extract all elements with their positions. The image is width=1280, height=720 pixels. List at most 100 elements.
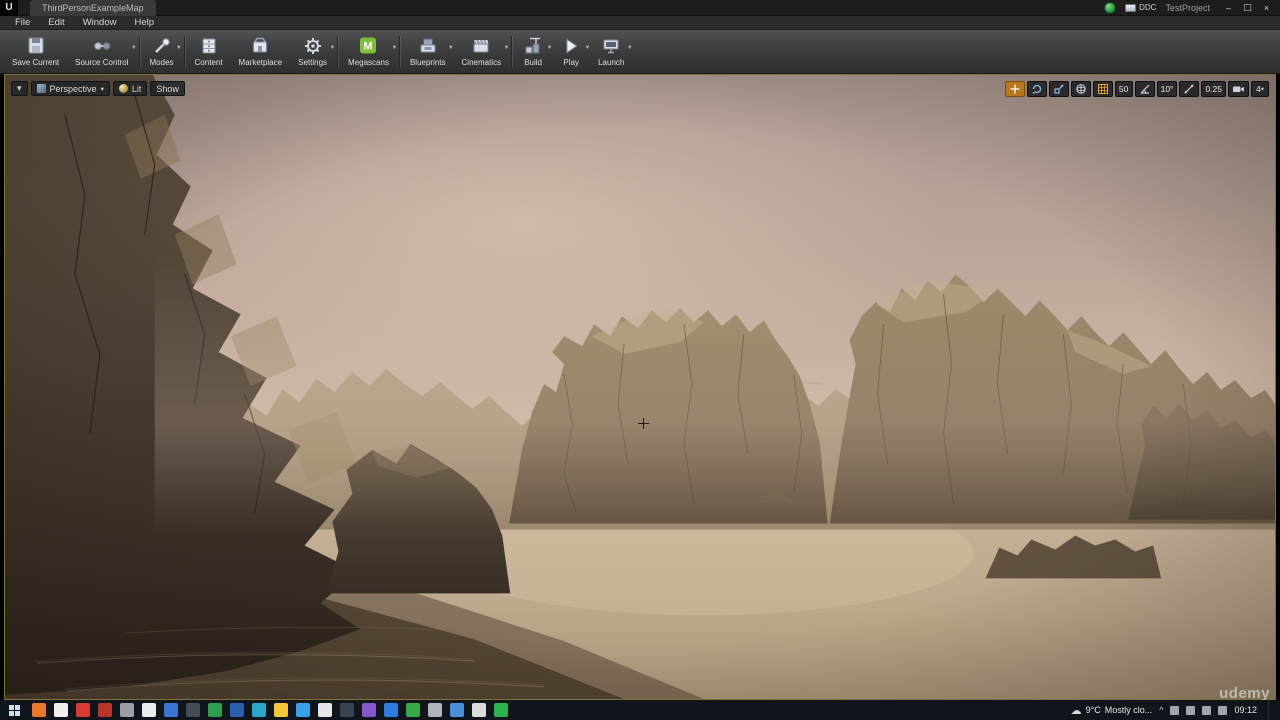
lit-sphere-icon — [118, 84, 128, 93]
tray-expand-icon[interactable]: ^ — [1159, 705, 1163, 715]
show-desktop-button[interactable] — [1268, 700, 1272, 720]
viewport-scene[interactable] — [5, 75, 1275, 699]
taskbar-app-icon[interactable] — [98, 703, 112, 717]
move-tool-button[interactable] — [1004, 81, 1025, 97]
level-tab[interactable]: ThirdPersonExampleMap — [30, 0, 156, 16]
megascans-button[interactable]: M Megascans ▾ — [340, 30, 397, 74]
menu-file[interactable]: File — [6, 17, 39, 28]
minimize-button[interactable]: – — [1219, 1, 1238, 15]
lit-mode-button[interactable]: Lit — [112, 81, 148, 96]
svg-text:M: M — [364, 41, 373, 53]
settings-button[interactable]: Settings ▾ — [290, 30, 335, 74]
close-button[interactable]: × — [1257, 1, 1276, 15]
rotation-snap-toggle[interactable] — [1134, 81, 1155, 97]
rotation-snap-icon — [1140, 84, 1150, 94]
volume-icon[interactable] — [1218, 705, 1228, 715]
taskbar-app-icon[interactable] — [252, 703, 266, 717]
scale-tool-button[interactable] — [1048, 81, 1069, 97]
camera-icon — [1233, 86, 1244, 92]
taskbar-app-icon[interactable] — [384, 703, 398, 717]
taskbar-app-icon[interactable] — [494, 703, 508, 717]
show-flags-button[interactable]: Show — [150, 81, 185, 96]
blueprints-button[interactable]: Blueprints ▾ — [402, 30, 454, 74]
taskbar-app-icon[interactable] — [472, 703, 486, 717]
rotation-snap-value[interactable]: 10° — [1156, 81, 1178, 97]
dropdown-caret-icon: ▾ — [132, 42, 136, 51]
dropdown-caret-icon: ▾ — [504, 42, 509, 51]
taskbar-app-icon[interactable] — [120, 703, 134, 717]
ddc-label: DDC — [1139, 3, 1157, 12]
world-coordinate-button[interactable] — [1070, 81, 1091, 97]
network-icon[interactable] — [1202, 705, 1212, 715]
chevron-down-icon: ▾ — [17, 83, 22, 94]
menu-window[interactable]: Window — [74, 17, 126, 28]
scale-snap-toggle[interactable] — [1179, 81, 1200, 97]
taskbar-app-icon[interactable] — [274, 703, 288, 717]
taskbar-app-icon[interactable] — [450, 703, 464, 717]
tray-icon[interactable] — [1170, 705, 1180, 715]
taskbar-app-icon[interactable] — [296, 703, 310, 717]
camera-speed-value[interactable]: 4 ▾ — [1251, 81, 1269, 97]
grid-snap-value[interactable]: 50 — [1114, 81, 1133, 97]
tray-icon[interactable] — [1186, 705, 1196, 715]
taskbar-app-icon[interactable] — [54, 703, 68, 717]
menu-edit[interactable]: Edit — [39, 17, 73, 28]
taskbar-app-icon[interactable] — [318, 703, 332, 717]
taskbar-app-icon[interactable] — [208, 703, 222, 717]
grid-snap-toggle[interactable] — [1092, 81, 1113, 97]
viewport-options-button[interactable]: ▾ — [11, 81, 28, 96]
menu-help[interactable]: Help — [125, 17, 163, 28]
launch-button[interactable]: Launch ▾ — [590, 30, 632, 74]
weather-widget[interactable]: ☁ 9°C Mostly clo... — [1071, 705, 1153, 716]
ddc-indicator[interactable]: DDC — [1125, 3, 1156, 12]
taskbar-app-icon[interactable] — [76, 703, 90, 717]
build-button[interactable]: Build ▾ — [514, 30, 552, 74]
taskbar-clock[interactable]: 09:12 — [1234, 705, 1257, 715]
toolbar-separator — [337, 35, 339, 68]
rotate-tool-icon — [1032, 84, 1041, 94]
unreal-logo-icon: U — [0, 0, 18, 16]
engine-status-icon[interactable] — [1104, 1, 1117, 14]
taskbar-app-icon[interactable] — [406, 703, 420, 717]
cinematics-button[interactable]: Cinematics ▾ — [454, 30, 510, 74]
camera-speed-button[interactable] — [1228, 81, 1249, 97]
blueprints-icon — [420, 38, 436, 53]
chevron-down-icon: ▾ — [100, 84, 104, 93]
modes-button[interactable]: Modes ▾ — [142, 30, 182, 74]
windows-logo-icon — [8, 704, 20, 716]
toolbar-separator — [511, 35, 513, 68]
save-current-button[interactable]: Save Current — [4, 30, 67, 74]
taskbar-app-icon[interactable] — [142, 703, 156, 717]
level-tab-label: ThirdPersonExampleMap — [42, 2, 144, 13]
scale-snap-icon — [1184, 84, 1194, 94]
dropdown-caret-icon: ▾ — [628, 42, 632, 51]
start-button[interactable] — [0, 700, 28, 720]
taskbar-app-icon[interactable] — [186, 703, 200, 717]
toolbar-separator — [398, 35, 400, 68]
cloud-icon: ☁ — [1070, 703, 1082, 717]
taskbar-apps — [28, 703, 512, 717]
ddc-monitor-icon — [1125, 3, 1137, 12]
taskbar-app-icon[interactable] — [164, 703, 178, 717]
save-icon — [28, 37, 44, 54]
modes-icon — [154, 38, 170, 53]
taskbar-app-icon[interactable] — [340, 703, 354, 717]
rotate-tool-button[interactable] — [1026, 81, 1047, 97]
taskbar-app-icon[interactable] — [428, 703, 442, 717]
source-control-button[interactable]: Source Control ▾ — [67, 30, 136, 74]
cinematics-icon — [473, 39, 489, 53]
play-button[interactable]: Play ▾ — [552, 30, 590, 74]
scale-snap-value[interactable]: 0.25 — [1201, 81, 1226, 97]
dropdown-caret-icon: ▾ — [449, 42, 453, 51]
content-browser-button[interactable]: Content — [187, 30, 231, 74]
taskbar-app-icon[interactable] — [32, 703, 46, 717]
maximize-button[interactable]: □ — [1238, 1, 1257, 15]
taskbar-app-icon[interactable] — [362, 703, 376, 717]
toolbar-separator — [138, 35, 140, 68]
perspective-button[interactable]: Perspective ▾ — [30, 81, 110, 96]
marketplace-button[interactable]: Marketplace — [231, 30, 291, 74]
taskbar: ☁ 9°C Mostly clo... ^ 09:12 — [0, 700, 1280, 720]
dropdown-caret-icon: ▾ — [177, 42, 181, 51]
taskbar-app-icon[interactable] — [230, 703, 244, 717]
viewport[interactable]: ▾ Perspective ▾ Lit Show 50 10° 0.25 4 ▾ — [4, 74, 1276, 700]
